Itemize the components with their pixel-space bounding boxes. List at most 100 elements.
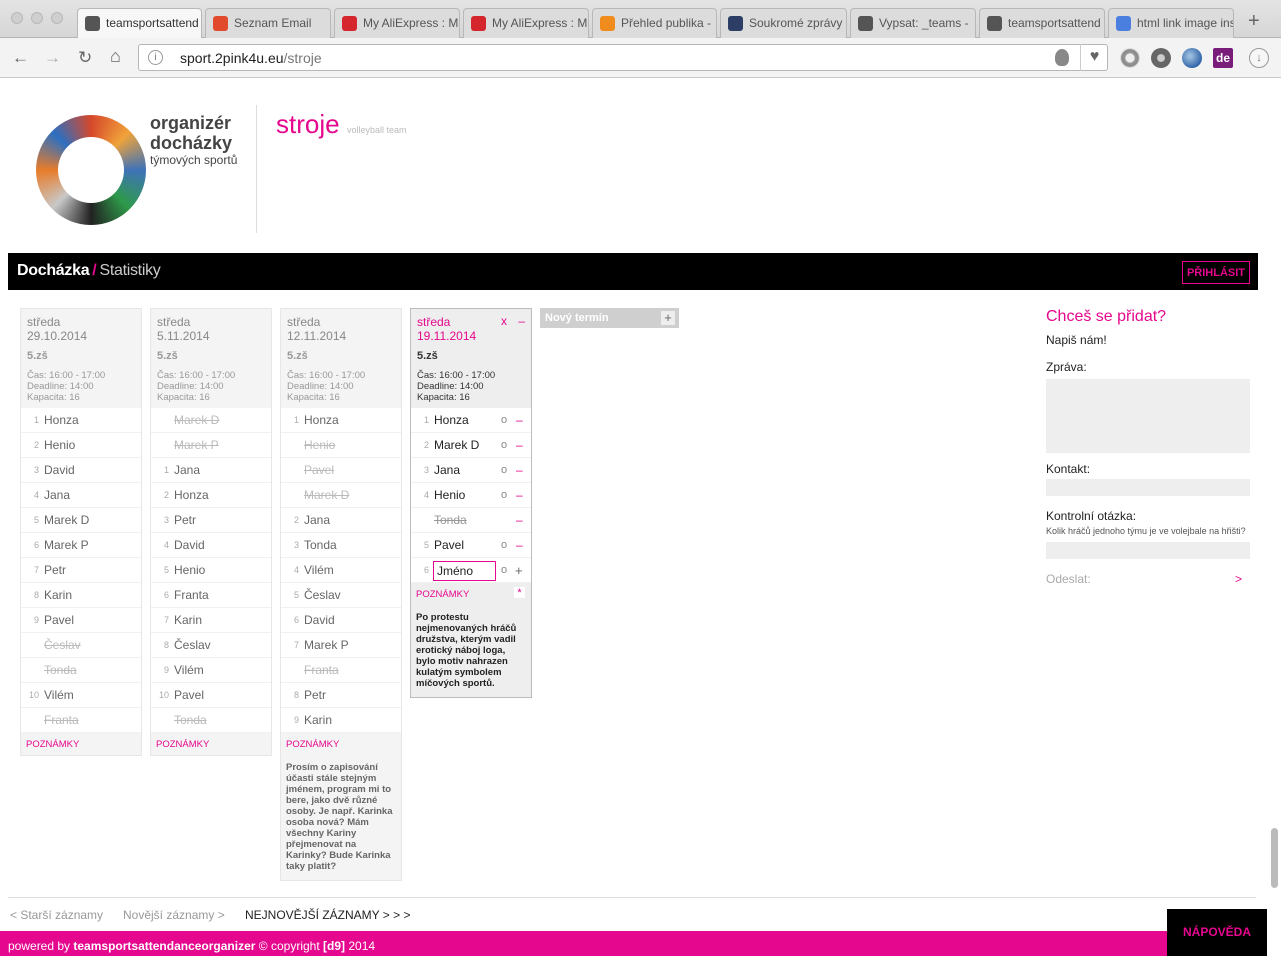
- browser-tab[interactable]: My AliExpress : M: [334, 8, 460, 38]
- browser-tab[interactable]: Vypsat: _teams -: [850, 8, 976, 38]
- remove-player-icon[interactable]: –: [516, 483, 523, 508]
- notes-label: POZNÁMKY: [416, 589, 470, 600]
- edit-notes-icon[interactable]: *: [514, 587, 525, 599]
- contact-input[interactable]: [1046, 479, 1250, 496]
- notes-header[interactable]: POZNÁMKY *: [411, 583, 531, 605]
- help-button[interactable]: NÁPOVĚDA: [1167, 909, 1267, 956]
- footer-copyright: © copyright: [258, 939, 320, 953]
- day-header: středa 12.11.2014 5.zš Čas: 16:00 - 17:00 De…: [281, 309, 401, 408]
- toggle-player-icon[interactable]: o: [501, 558, 507, 583]
- globe-icon[interactable]: [1182, 48, 1202, 68]
- day-name: středa: [157, 315, 191, 329]
- toggle-player-icon[interactable]: o: [501, 458, 507, 483]
- de-extension-icon[interactable]: de: [1213, 48, 1233, 68]
- main-nav-bar: Docházka / Statistiky PŘIHLÁSIT: [8, 253, 1258, 290]
- message-textarea[interactable]: [1046, 379, 1250, 453]
- gear-icon[interactable]: [1120, 48, 1140, 68]
- player-name-input[interactable]: Jméno: [433, 561, 496, 581]
- player-row: 5 Henio: [151, 558, 271, 583]
- browser-tab[interactable]: Přehled publika -: [592, 8, 717, 38]
- brand-title[interactable]: organizér docházky: [150, 113, 232, 153]
- sports-balls-logo-icon[interactable]: [36, 115, 146, 225]
- answer-input[interactable]: [1046, 542, 1250, 559]
- player-row: Tonda: [151, 708, 271, 733]
- older-records-link[interactable]: < Starší záznamy: [10, 908, 103, 922]
- toggle-player-icon[interactable]: o: [501, 408, 507, 433]
- address-bar[interactable]: i sport.2pink4u.eu/stroje: [138, 44, 1108, 71]
- player-name: Tonda: [174, 713, 207, 727]
- remove-player-icon[interactable]: –: [516, 458, 523, 483]
- player-row: Marek D: [151, 408, 271, 433]
- day-time: Čas: 16:00 - 17:00: [27, 370, 106, 381]
- send-row: Odeslat: >: [1046, 572, 1250, 586]
- globe-dark-icon[interactable]: [1151, 48, 1171, 68]
- analytics-icon: [600, 16, 615, 31]
- seznam-icon: [213, 16, 228, 31]
- notes-header[interactable]: POZNÁMKY: [21, 733, 141, 755]
- scrollbar-thumb[interactable]: [1271, 828, 1278, 888]
- add-player-icon[interactable]: +: [515, 558, 523, 583]
- player-name: David: [304, 613, 335, 627]
- minimize-window-icon[interactable]: [31, 12, 43, 24]
- login-button[interactable]: PŘIHLÁSIT: [1181, 261, 1250, 284]
- home-icon[interactable]: ⌂: [110, 46, 121, 67]
- contact-label: Kontakt:: [1046, 462, 1091, 476]
- player-name: Petr: [304, 688, 327, 702]
- day-header: středa 29.10.2014 5.zš Čas: 16:00 - 17:00 De…: [21, 309, 141, 408]
- remove-player-icon[interactable]: –: [516, 408, 523, 433]
- player-number: 5: [33, 515, 39, 525]
- newest-records-link[interactable]: NEJNOVĚJŠÍ ZÁZNAMY > > >: [245, 908, 411, 922]
- player-number: 7: [33, 565, 39, 575]
- download-icon[interactable]: ↓: [1249, 48, 1269, 68]
- browser-tab[interactable]: Seznam Email: [205, 8, 331, 38]
- heart-icon[interactable]: ♥: [1080, 44, 1108, 71]
- player-name: Karin: [174, 613, 203, 627]
- player-name: Marek P: [174, 438, 219, 452]
- player-number: 2: [33, 440, 39, 450]
- footer-divider: [8, 897, 1256, 898]
- day-name: středa: [27, 315, 61, 329]
- plus-icon[interactable]: +: [661, 311, 675, 325]
- day-column: středa 29.10.2014 5.zš Čas: 16:00 - 17:00 De…: [20, 308, 142, 756]
- day-column: středa 19.11.2014 5.zš Čas: 16:00 - 17:00 De…: [410, 308, 532, 698]
- player-row: 8 Karin: [21, 583, 141, 608]
- toggle-player-icon[interactable]: o: [501, 533, 507, 558]
- player-row: Franta: [21, 708, 141, 733]
- remove-player-icon[interactable]: –: [516, 533, 523, 558]
- newer-records-link[interactable]: Novější záznamy >: [123, 908, 225, 922]
- forward-icon[interactable]: →: [44, 48, 61, 68]
- notes-header[interactable]: POZNÁMKY: [281, 733, 401, 755]
- remove-player-icon[interactable]: –: [516, 433, 523, 458]
- day-place: 5.zš: [417, 350, 438, 362]
- browser-tab[interactable]: Soukromé zprávy: [720, 8, 847, 38]
- send-arrow-button[interactable]: >: [1235, 572, 1242, 586]
- delete-term-icon[interactable]: x: [501, 314, 507, 328]
- toggle-player-icon[interactable]: o: [501, 433, 507, 458]
- player-row: 3 Petr: [151, 508, 271, 533]
- notes-header[interactable]: POZNÁMKY: [151, 733, 271, 755]
- new-tab-icon[interactable]: +: [1248, 10, 1260, 33]
- new-term-button[interactable]: Nový termín +: [540, 308, 679, 328]
- day-info: Čas: 16:00 - 17:00 Deadline: 14:00 Kapacit…: [287, 370, 395, 403]
- close-window-icon[interactable]: [11, 12, 23, 24]
- footer-brand-link[interactable]: teamsportsattendanceorganizer: [73, 939, 255, 953]
- remove-player-icon[interactable]: –: [516, 508, 523, 533]
- footer-d9-link[interactable]: [d9]: [323, 939, 345, 953]
- browser-tab[interactable]: html link image ins: [1108, 8, 1234, 38]
- toggle-player-icon[interactable]: o: [501, 483, 507, 508]
- nav-statistics-link[interactable]: Statistiky: [99, 262, 160, 279]
- collapse-icon[interactable]: –: [518, 314, 525, 328]
- day-header: středa 19.11.2014 5.zš Čas: 16:00 - 17:00 De…: [411, 309, 531, 408]
- browser-tab[interactable]: teamsportsattend: [979, 8, 1105, 38]
- reload-icon[interactable]: ↻: [78, 48, 92, 68]
- browser-tab[interactable]: teamsportsattend: [77, 8, 202, 38]
- nav-attendance-link[interactable]: Docházka: [17, 262, 90, 279]
- player-row: 1 Jana: [151, 458, 271, 483]
- back-icon[interactable]: ←: [12, 48, 29, 68]
- browser-tab[interactable]: My AliExpress : M: [463, 8, 589, 38]
- zoom-window-icon[interactable]: [51, 12, 63, 24]
- lightbulb-icon[interactable]: [1055, 49, 1069, 66]
- day-header: středa 5.11.2014 5.zš Čas: 16:00 - 17:00 Dea…: [151, 309, 271, 408]
- site-info-icon[interactable]: i: [148, 50, 163, 65]
- player-name: Honza: [434, 413, 469, 427]
